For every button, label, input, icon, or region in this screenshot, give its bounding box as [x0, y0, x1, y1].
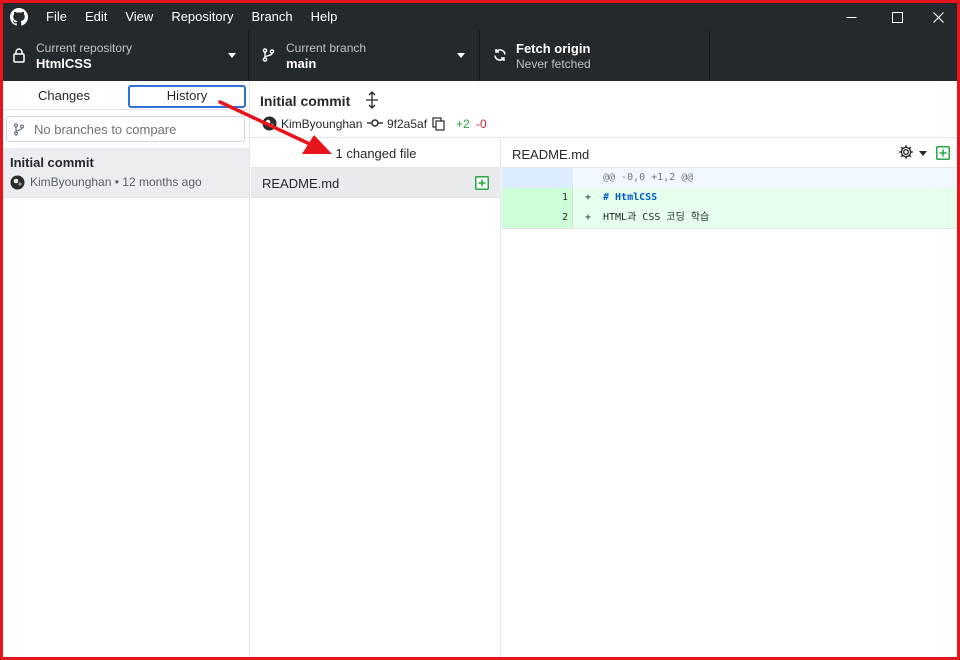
menu-bar: File Edit View Repository Branch Help	[37, 3, 346, 31]
commit-summary-header: Initial commit KimByounghan 9f2a5af +2 -…	[251, 81, 957, 138]
commit-title: Initial commit	[10, 155, 94, 170]
line-text: HTML과 CSS 코딩 학습	[603, 212, 710, 223]
commit-meta: KimByounghan • 12 months ago	[30, 175, 202, 189]
title-bar: File Edit View Repository Branch Help	[3, 3, 957, 31]
commit-author: KimByounghan	[30, 175, 112, 189]
commit-list-item[interactable]: Initial commit KimByounghan • 12 months …	[3, 148, 249, 198]
menu-help[interactable]: Help	[302, 3, 347, 31]
old-line-gutter	[502, 208, 538, 228]
lines-deleted: -0	[476, 117, 487, 131]
fetch-title: Fetch origin	[516, 41, 591, 56]
minimize-icon	[846, 16, 856, 18]
new-line-gutter	[538, 168, 573, 188]
commit-age: 12 months ago	[122, 175, 202, 189]
diff-header: README.md	[502, 139, 957, 168]
current-repository-button[interactable]: Current repository HtmlCSS	[3, 31, 249, 81]
new-line-number: 1	[538, 188, 573, 208]
diff-file-path: README.md	[512, 147, 590, 162]
menu-view[interactable]: View	[116, 3, 162, 31]
changed-file-list: 1 changed file README.md	[251, 139, 501, 657]
line-code: + # HtmlCSS	[573, 188, 957, 208]
chevron-down-icon	[228, 53, 236, 58]
tab-history[interactable]: History	[128, 81, 246, 110]
sync-icon	[494, 49, 506, 61]
app-window: File Edit View Repository Branch Help Cu…	[0, 0, 960, 660]
fetch-status: Never fetched	[516, 57, 591, 71]
current-branch-button[interactable]: Current branch main	[250, 31, 480, 81]
chevron-down-icon	[457, 53, 465, 58]
line-text: # HtmlCSS	[603, 192, 658, 203]
close-button[interactable]	[915, 3, 957, 31]
commit-summary-title: Initial commit	[260, 93, 351, 109]
diff-hunk-header: @@ -0,0 +1,2 @@	[502, 168, 957, 188]
repository-label: Current repository	[36, 41, 133, 55]
branch-label: Current branch	[286, 41, 367, 55]
menu-repository[interactable]: Repository	[162, 3, 242, 31]
diff-added-line[interactable]: 1 + # HtmlCSS	[502, 188, 957, 208]
old-line-gutter	[502, 188, 538, 208]
avatar	[10, 175, 25, 190]
maximize-icon	[891, 11, 903, 23]
menu-file[interactable]: File	[37, 3, 76, 31]
sidebar: Changes History No branches to compare I…	[3, 81, 250, 657]
file-added-icon	[936, 146, 950, 160]
add-sign: +	[585, 212, 592, 223]
branch-name: main	[286, 56, 317, 71]
branch-compare-input[interactable]: No branches to compare	[6, 116, 245, 142]
file-list-item[interactable]: README.md	[251, 168, 501, 198]
repository-name: HtmlCSS	[36, 56, 92, 71]
copy-icon[interactable]	[432, 117, 445, 131]
diff-added-line[interactable]: 2 + HTML과 CSS 코딩 학습	[502, 208, 957, 229]
commit-author: KimByounghan	[281, 117, 363, 131]
lock-icon	[13, 48, 25, 63]
new-line-number: 2	[538, 208, 573, 228]
menu-edit[interactable]: Edit	[76, 3, 116, 31]
file-name: README.md	[262, 176, 340, 191]
close-icon	[932, 11, 944, 23]
fetch-origin-button[interactable]: Fetch origin Never fetched	[481, 31, 710, 81]
maximize-button[interactable]	[874, 3, 920, 31]
old-line-gutter	[502, 168, 538, 188]
menu-branch[interactable]: Branch	[242, 3, 301, 31]
minimize-button[interactable]	[828, 3, 874, 31]
commit-sha: 9f2a5af	[387, 117, 428, 131]
branch-compare-placeholder: No branches to compare	[34, 122, 177, 137]
github-logo-icon	[10, 8, 28, 26]
toolbar: Current repository HtmlCSS Current branc…	[3, 31, 957, 81]
git-branch-icon	[13, 123, 25, 136]
expand-icon[interactable]	[364, 91, 380, 109]
hunk-text: @@ -0,0 +1,2 @@	[573, 168, 957, 188]
meta-separator: •	[114, 175, 119, 189]
diff-viewer: README.md @@ -0,0 +1,2 @@ 1 + # HtmlCSS	[502, 139, 957, 657]
gear-icon[interactable]	[898, 144, 914, 160]
chevron-down-icon[interactable]	[919, 151, 927, 156]
git-commit-icon	[367, 119, 383, 127]
avatar	[262, 116, 277, 131]
tab-changes[interactable]: Changes	[3, 81, 125, 110]
git-branch-icon	[262, 48, 275, 62]
lines-added: +2	[456, 117, 470, 131]
changed-file-count: 1 changed file	[251, 139, 501, 168]
sidebar-tabs: Changes History	[3, 81, 249, 110]
add-sign: +	[585, 192, 592, 203]
file-added-icon	[475, 176, 489, 190]
line-code: + HTML과 CSS 코딩 학습	[573, 208, 957, 228]
